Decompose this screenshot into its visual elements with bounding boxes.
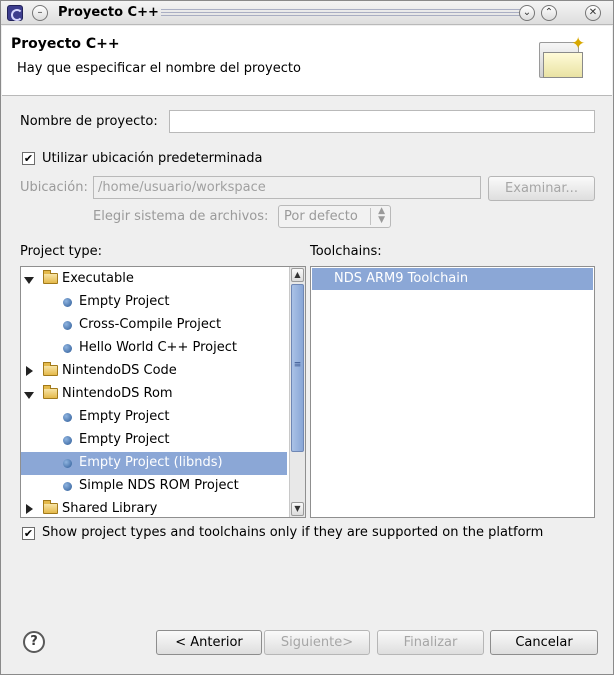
tree-folder-row[interactable]: Shared Library (21, 498, 287, 517)
tree-row-label: Empty Project (79, 409, 170, 424)
expanded-arrow-icon[interactable] (24, 392, 34, 399)
spin-arrows-icon: ▲ ▼ (378, 206, 385, 225)
collapsed-arrow-icon[interactable] (26, 504, 33, 514)
dialog-window: – Proyecto C++ ⌄ ⌃ ✕ Proyecto C++ Hay qu… (0, 0, 614, 675)
scroll-up-icon[interactable]: ▲ (291, 268, 304, 282)
back-button[interactable]: < Anterior (156, 630, 262, 655)
browse-button[interactable]: Examinar... (488, 176, 595, 201)
toolchains-label: Toolchains: (310, 244, 382, 259)
tree-row-label: Cross-Compile Project (79, 317, 222, 332)
scrollbar-thumb[interactable]: ≡ (291, 284, 304, 452)
tree-folder-row[interactable]: Executable (21, 268, 287, 291)
shade-icon[interactable]: ⌄ (519, 5, 535, 21)
tree-item-row[interactable]: Simple NDS ROM Project (21, 475, 287, 498)
project-template-icon (63, 344, 72, 353)
tree-row-label: NintendoDS Code (62, 363, 177, 378)
titlebar-grip (161, 9, 533, 18)
page-title: Proyecto C++ (11, 36, 120, 52)
app-menu-icon[interactable] (7, 5, 23, 21)
close-icon[interactable]: ✕ (585, 5, 601, 21)
project-template-icon (63, 436, 72, 445)
project-type-label: Project type: (20, 244, 103, 259)
location-label: Ubicación: (20, 180, 88, 195)
project-template-icon (63, 459, 72, 468)
tree-row-label: NintendoDS Rom (62, 386, 173, 401)
new-project-wizard-icon: ✦ (537, 34, 585, 82)
project-name-label: Nombre de proyecto: (20, 114, 158, 129)
tree-folder-row[interactable]: NintendoDS Rom (21, 383, 287, 406)
tree-item-row[interactable]: Hello World C++ Project (21, 337, 287, 360)
use-default-location-label: Utilizar ubicación predeterminada (42, 151, 263, 166)
tree-folder-row[interactable]: NintendoDS Code (21, 360, 287, 383)
location-input[interactable]: /home/usuario/workspace (93, 176, 481, 199)
maximize-icon[interactable]: ⌃ (541, 5, 557, 21)
tree-row-label: Hello World C++ Project (79, 340, 237, 355)
tree-item-row[interactable]: Empty Project (21, 406, 287, 429)
filesystem-select[interactable]: Por defecto ▲ ▼ (278, 205, 391, 228)
tree-row-label: Empty Project (79, 294, 170, 309)
folder-icon (43, 385, 58, 399)
title-bar[interactable]: – Proyecto C++ ⌄ ⌃ ✕ (1, 1, 613, 25)
folder-icon (43, 362, 58, 376)
project-template-icon (63, 413, 72, 422)
cancel-button[interactable]: Cancelar (490, 630, 598, 655)
tree-row-label: Shared Library (62, 501, 158, 516)
show-supported-checkbox[interactable]: ✔ (22, 527, 35, 540)
toolchains-list[interactable]: NDS ARM9 Toolchain (310, 266, 595, 518)
finish-button[interactable]: Finalizar (377, 630, 484, 655)
tree-row-label: Simple NDS ROM Project (79, 478, 239, 493)
tree-row-label: Empty Project (79, 432, 170, 447)
toolchain-item[interactable]: NDS ARM9 Toolchain (312, 268, 593, 290)
project-type-tree[interactable]: Executable Empty Project Cross-Compile Pro… (20, 266, 306, 518)
next-button[interactable]: Siguiente> (264, 630, 370, 655)
show-supported-label: Show project types and toolchains only i… (42, 525, 544, 540)
project-name-input[interactable] (169, 110, 595, 133)
collapsed-arrow-icon[interactable] (26, 366, 33, 376)
wizard-header: Proyecto C++ Hay que especificar el nomb… (2, 26, 612, 96)
expanded-arrow-icon[interactable] (24, 277, 34, 284)
project-template-icon (63, 321, 72, 330)
help-icon[interactable]: ? (23, 631, 45, 653)
folder-icon (43, 500, 58, 514)
page-description: Hay que especificar el nombre del proyec… (17, 61, 301, 76)
window-menu-icon[interactable]: – (32, 5, 48, 21)
filesystem-label: Elegir sistema de archivos: (93, 209, 269, 224)
use-default-location-checkbox[interactable]: ✔ (22, 152, 35, 165)
project-template-icon (63, 482, 72, 491)
tree-row-label: Empty Project (libnds) (79, 455, 223, 470)
tree-item-row[interactable]: Empty Project (21, 291, 287, 314)
tree-item-row[interactable]: Cross-Compile Project (21, 314, 287, 337)
window-title: Proyecto C++ (58, 5, 159, 20)
tree-row-label: Executable (62, 271, 134, 286)
scroll-down-icon[interactable]: ▼ (291, 502, 304, 516)
filesystem-selected-value: Por defecto (284, 209, 358, 224)
folder-icon (43, 270, 58, 284)
tree-item-row[interactable]: Empty Project (libnds) (21, 452, 287, 475)
project-template-icon (63, 298, 72, 307)
tree-scrollbar[interactable]: ▲ ≡ ▼ (289, 267, 305, 517)
tree-item-row[interactable]: Empty Project (21, 429, 287, 452)
